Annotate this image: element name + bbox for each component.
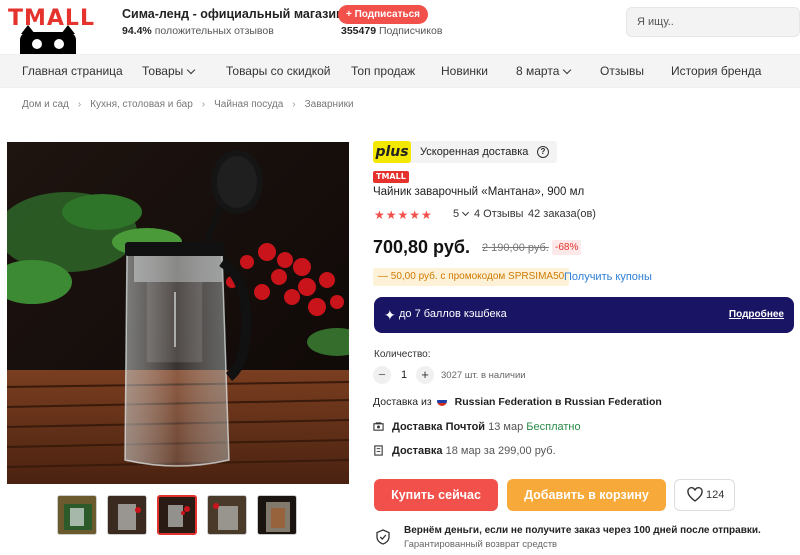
chevron-down-icon — [462, 208, 470, 217]
post-delivery-row: Доставка Почтой 13 мар Бесплатно — [373, 421, 581, 433]
courier-delivery-row: Доставка 18 мар за 299,00 руб. — [373, 444, 556, 457]
thumbnail[interactable] — [157, 495, 197, 535]
cashback-more-link[interactable]: Подробнее — [729, 309, 784, 320]
plus-logo: plus — [373, 141, 411, 163]
chevron-right-icon: › — [77, 99, 82, 110]
cat-logo-icon — [20, 25, 76, 56]
nav-products[interactable]: Товары — [142, 64, 196, 78]
post-icon — [373, 421, 384, 431]
teapot-photo — [7, 142, 349, 484]
buy-now-button[interactable]: Купить сейчас — [374, 479, 498, 511]
subscribe-button[interactable]: + Подписаться — [338, 5, 429, 24]
current-price: 700,80 руб. — [373, 237, 470, 257]
tmall-logo[interactable]: TMALL — [8, 6, 94, 56]
nav-march8[interactable]: 8 марта — [516, 64, 572, 78]
nav-brand-history[interactable]: История бренда — [671, 64, 761, 78]
stock-count: 3027 шт. в наличии — [441, 370, 526, 381]
search-input[interactable]: Я ищу.. — [626, 7, 800, 37]
quantity-decrease-button[interactable]: − — [373, 366, 391, 384]
chevron-right-icon: › — [292, 99, 296, 110]
nav-reviews[interactable]: Отзывы — [600, 64, 644, 78]
fast-delivery-text: Ускоренная доставка — [420, 146, 529, 158]
breadcrumb-item[interactable]: Дом и сад — [22, 99, 69, 110]
fast-delivery-badge[interactable]: plus Ускоренная доставка ? — [373, 141, 557, 163]
discount-badge: -68% — [552, 240, 582, 255]
cashback-star-icon: ✦ — [384, 307, 396, 323]
thumbnail[interactable] — [107, 495, 147, 535]
cashback-text: до 7 баллов кэшбека — [399, 308, 507, 320]
rating-stars-icon: ★★★★★ — [374, 208, 433, 222]
orders-count: 42 заказа(ов) — [528, 208, 596, 220]
store-rating: 94.4% положительных отзывов — [122, 25, 274, 37]
product-main-image[interactable] — [7, 142, 349, 484]
breadcrumb-item[interactable]: Заварники — [305, 99, 354, 110]
reviews-link[interactable]: 4 Отзывы — [474, 208, 523, 220]
nav-home[interactable]: Главная страница — [22, 64, 123, 78]
tmall-tag: TMALL — [373, 171, 409, 183]
rating-value[interactable]: 5 — [453, 208, 470, 220]
shield-check-icon — [376, 529, 390, 545]
russia-flag-icon — [436, 396, 447, 407]
promo-code-badge: — 50,00 руб. с промокодом SPRSIMA50 — [373, 268, 570, 286]
subscribers-count: 355479 Подписчиков — [341, 25, 443, 37]
guarantee-subtitle: Гарантированный возврат средств — [404, 539, 558, 550]
thumbnail[interactable] — [257, 495, 297, 535]
nav-new[interactable]: Новинки — [441, 64, 488, 78]
cashback-banner[interactable]: ✦ до 7 баллов кэшбека Подробнее — [374, 297, 794, 333]
heart-icon — [687, 487, 703, 502]
nav-top-sales[interactable]: Топ продаж — [351, 64, 415, 78]
breadcrumb-item[interactable]: Чайная посуда — [214, 99, 283, 110]
delivery-origin: Доставка из Russian Federation в Russian… — [373, 396, 662, 408]
quantity-value[interactable]: 1 — [401, 369, 407, 381]
wishlist-count: 124 — [706, 489, 725, 501]
chevron-down-icon — [187, 65, 196, 75]
breadcrumb-item[interactable]: Кухня, столовая и бар — [90, 99, 193, 110]
thumbnail[interactable] — [207, 495, 247, 535]
question-icon[interactable]: ? — [537, 146, 549, 158]
chevron-right-icon: › — [201, 99, 206, 110]
product-title: Чайник заварочный «Мантана», 900 мл — [373, 186, 585, 198]
thumbnail[interactable] — [57, 495, 97, 535]
old-price: 2 190,00 руб. — [482, 242, 549, 254]
add-to-cart-button[interactable]: Добавить в корзину — [507, 479, 666, 511]
delivery-icon — [374, 444, 383, 456]
store-name[interactable]: Сима-ленд - официальный магазин — [122, 7, 353, 21]
chevron-down-icon — [563, 65, 572, 75]
quantity-label: Количество: — [374, 349, 431, 360]
get-coupons-link[interactable]: Получить купоны — [564, 271, 652, 283]
quantity-increase-button[interactable]: + — [416, 366, 434, 384]
guarantee-title: Вернём деньги, если не получите заказ че… — [404, 525, 761, 536]
breadcrumb: Дом и сад › Кухня, столовая и бар › Чайная п… — [22, 99, 354, 110]
wishlist-button[interactable]: 124 — [674, 479, 735, 511]
top-header: TMALL Сима-ленд - официальный магазин 94… — [0, 0, 800, 56]
nav-discounts[interactable]: Товары со скидкой — [226, 64, 330, 78]
store-nav: Главная страница Товары Товары со скидко… — [0, 54, 800, 88]
